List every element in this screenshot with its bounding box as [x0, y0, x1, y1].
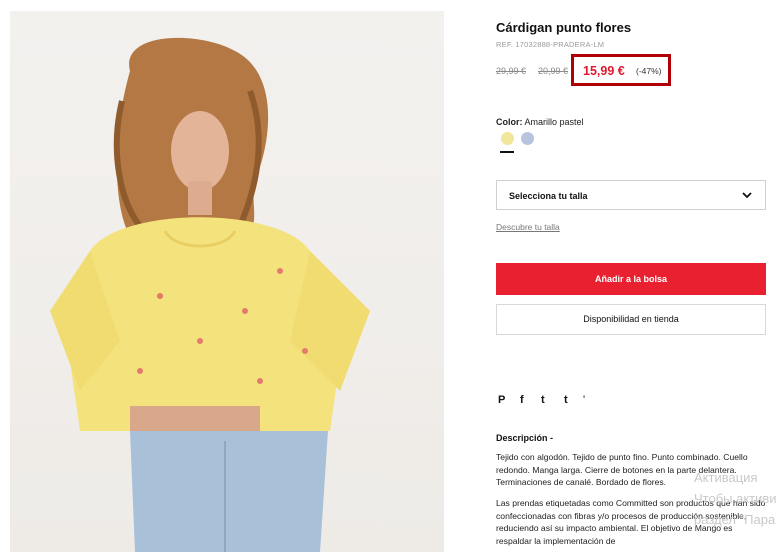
size-select-label: Selecciona tu talla — [509, 191, 588, 201]
previous-price: 20,99 € — [538, 66, 569, 76]
description-title[interactable]: Descripción - — [496, 433, 553, 443]
swatch-blue[interactable] — [521, 132, 534, 145]
watermark-line-3: раздел "Пара — [694, 512, 776, 527]
product-reference: REF. 17032888-PRADERA-LM — [496, 40, 605, 49]
swatch-yellow[interactable] — [501, 132, 514, 145]
pinterest-icon[interactable]: P — [498, 394, 505, 406]
tumblr-icon[interactable]: t — [564, 394, 568, 406]
discount-badge: (-47%) — [636, 66, 662, 76]
current-price: 15,99 € — [583, 64, 625, 78]
watermark-line-2: Чтобы активи — [694, 491, 777, 506]
chevron-down-icon — [742, 192, 752, 199]
selected-swatch-indicator — [500, 151, 514, 153]
product-title: Cárdigan punto flores — [496, 20, 632, 35]
product-image[interactable] — [10, 11, 444, 552]
add-to-bag-button[interactable]: Añadir a la bolsa — [496, 263, 766, 295]
more-share-icon[interactable]: ' — [583, 394, 585, 406]
color-label: Color: Amarillo pastel — [496, 117, 584, 127]
color-label-title: Color: — [496, 117, 523, 127]
original-price: 29,99 € — [496, 66, 527, 76]
price-highlight-box: 15,99 € (-47%) — [571, 54, 671, 86]
color-value: Amarillo pastel — [524, 117, 584, 127]
size-select[interactable]: Selecciona tu talla — [496, 180, 766, 210]
size-guide-link[interactable]: Descubre tu talla — [496, 222, 560, 232]
twitter-icon[interactable]: t — [541, 394, 545, 406]
model-illustration — [50, 37, 370, 552]
facebook-icon[interactable]: f — [520, 394, 524, 406]
watermark-line-1: Активация — [694, 470, 758, 485]
store-availability-button[interactable]: Disponibilidad en tienda — [496, 304, 766, 335]
